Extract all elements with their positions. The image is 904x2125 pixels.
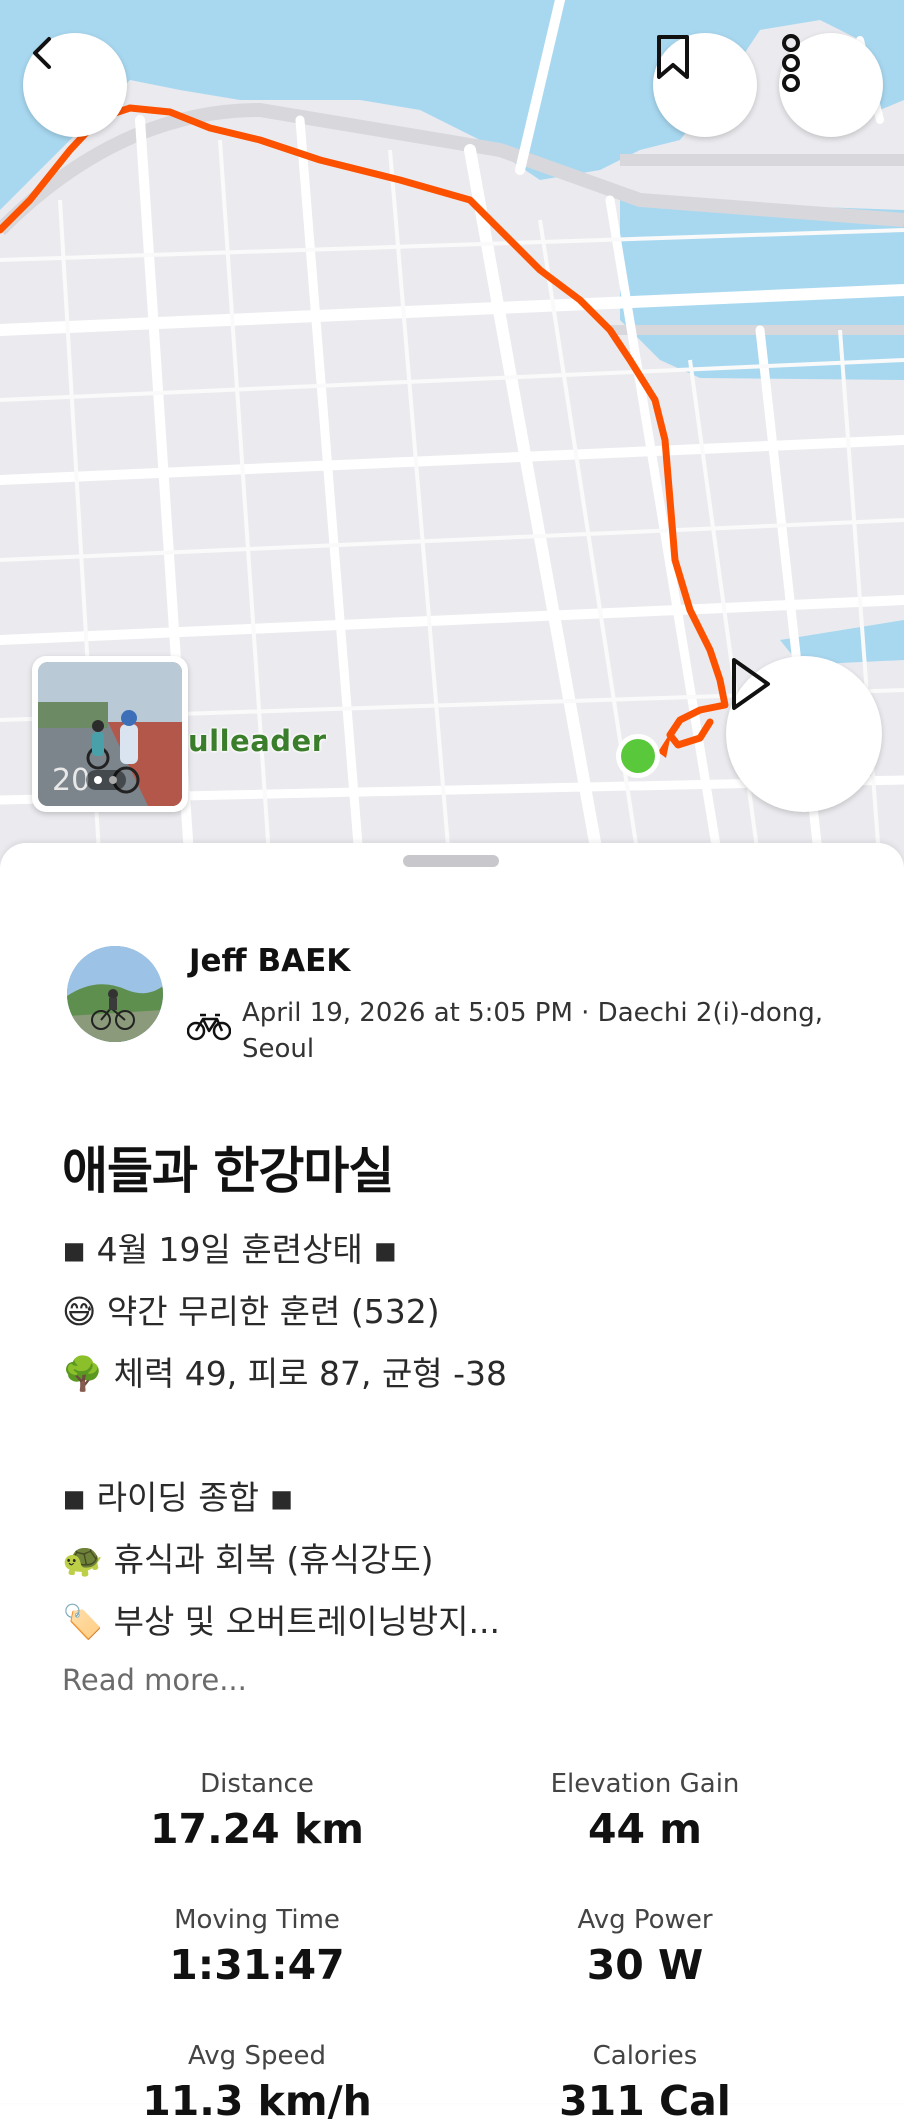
stat-value: 17.24 km — [150, 1805, 364, 1853]
athlete-name[interactable]: Jeff BAEK — [189, 943, 350, 979]
start-marker — [621, 739, 655, 773]
finish-marker — [658, 730, 672, 758]
play-icon — [732, 658, 770, 710]
description-line: 🏷️ 부상 및 오버트레이닝방지... — [62, 1602, 500, 1641]
stat-moving-time: Moving Time 1:31:47 — [57, 1905, 457, 1989]
map-place-label: ulleader — [188, 724, 327, 758]
back-button[interactable] — [23, 33, 127, 137]
description-line: 😅 약간 무리한 훈련 (532) — [62, 1292, 440, 1331]
description-line: 🐢 휴식과 회복 (휴식강도) — [62, 1540, 434, 1579]
activity-date-location: April 19, 2026 at 5:05 PM · Daechi 2(i)-… — [242, 998, 823, 1064]
activity-photo-thumbnail[interactable]: 20 — [32, 656, 188, 812]
description-line: ◾ 4월 19일 훈련상태 ◾ — [62, 1230, 398, 1269]
description-line: 🌳 체력 49, 피로 87, 균형 -38 — [62, 1354, 508, 1393]
activity-title: 애들과 한강마실 — [62, 1142, 394, 1200]
stat-value: 11.3 km/h — [142, 2077, 372, 2125]
route-map[interactable]: ulleader 20 — [0, 0, 904, 870]
stat-label: Distance — [200, 1769, 314, 1799]
description-line — [62, 1405, 862, 1467]
stat-value: 30 W — [586, 1941, 704, 1989]
sheet-grabber[interactable] — [403, 855, 499, 867]
svg-text:20: 20 — [52, 763, 90, 798]
stat-avg-power: Avg Power 30 W — [445, 1905, 845, 1989]
route-line — [0, 104, 729, 749]
athlete-avatar[interactable] — [67, 946, 163, 1042]
bookmark-icon — [657, 35, 689, 79]
activity-description: ◾ 4월 19일 훈련상태 ◾ 😅 약간 무리한 훈련 (532) 🌳 체력 4… — [62, 1219, 862, 1653]
stat-label: Elevation Gain — [550, 1769, 740, 1799]
bicycle-icon — [187, 1013, 231, 1041]
stat-value: 1:31:47 — [169, 1941, 345, 1989]
stat-distance: Distance 17.24 km — [57, 1769, 457, 1853]
description-line: ◾ 라이딩 종합 ◾ — [62, 1478, 294, 1517]
bookmark-button[interactable] — [653, 33, 757, 137]
stat-value: 311 Cal — [559, 2077, 731, 2125]
chevron-left-icon — [33, 37, 51, 69]
activity-photo: 20 — [38, 662, 182, 806]
stat-label: Avg Power — [577, 1905, 713, 1935]
activity-details-sheet[interactable]: Jeff BAEK April 19, 2026 at 5:05 PM · Da… — [0, 843, 904, 2125]
stat-label: Avg Speed — [188, 2041, 326, 2071]
stat-avg-speed: Avg Speed 11.3 km/h — [57, 2041, 457, 2125]
read-more-link[interactable]: Read more... — [62, 1663, 247, 1697]
stat-label: Moving Time — [174, 1905, 340, 1935]
more-options-button[interactable] — [779, 33, 883, 137]
stat-value: 44 m — [587, 1805, 703, 1853]
stat-label: Calories — [592, 2041, 698, 2071]
stat-calories: Calories 311 Cal — [445, 2041, 845, 2125]
more-vertical-icon — [782, 34, 800, 92]
play-flyover-button[interactable] — [726, 656, 882, 812]
stat-elevation-gain: Elevation Gain 44 m — [445, 1769, 845, 1853]
